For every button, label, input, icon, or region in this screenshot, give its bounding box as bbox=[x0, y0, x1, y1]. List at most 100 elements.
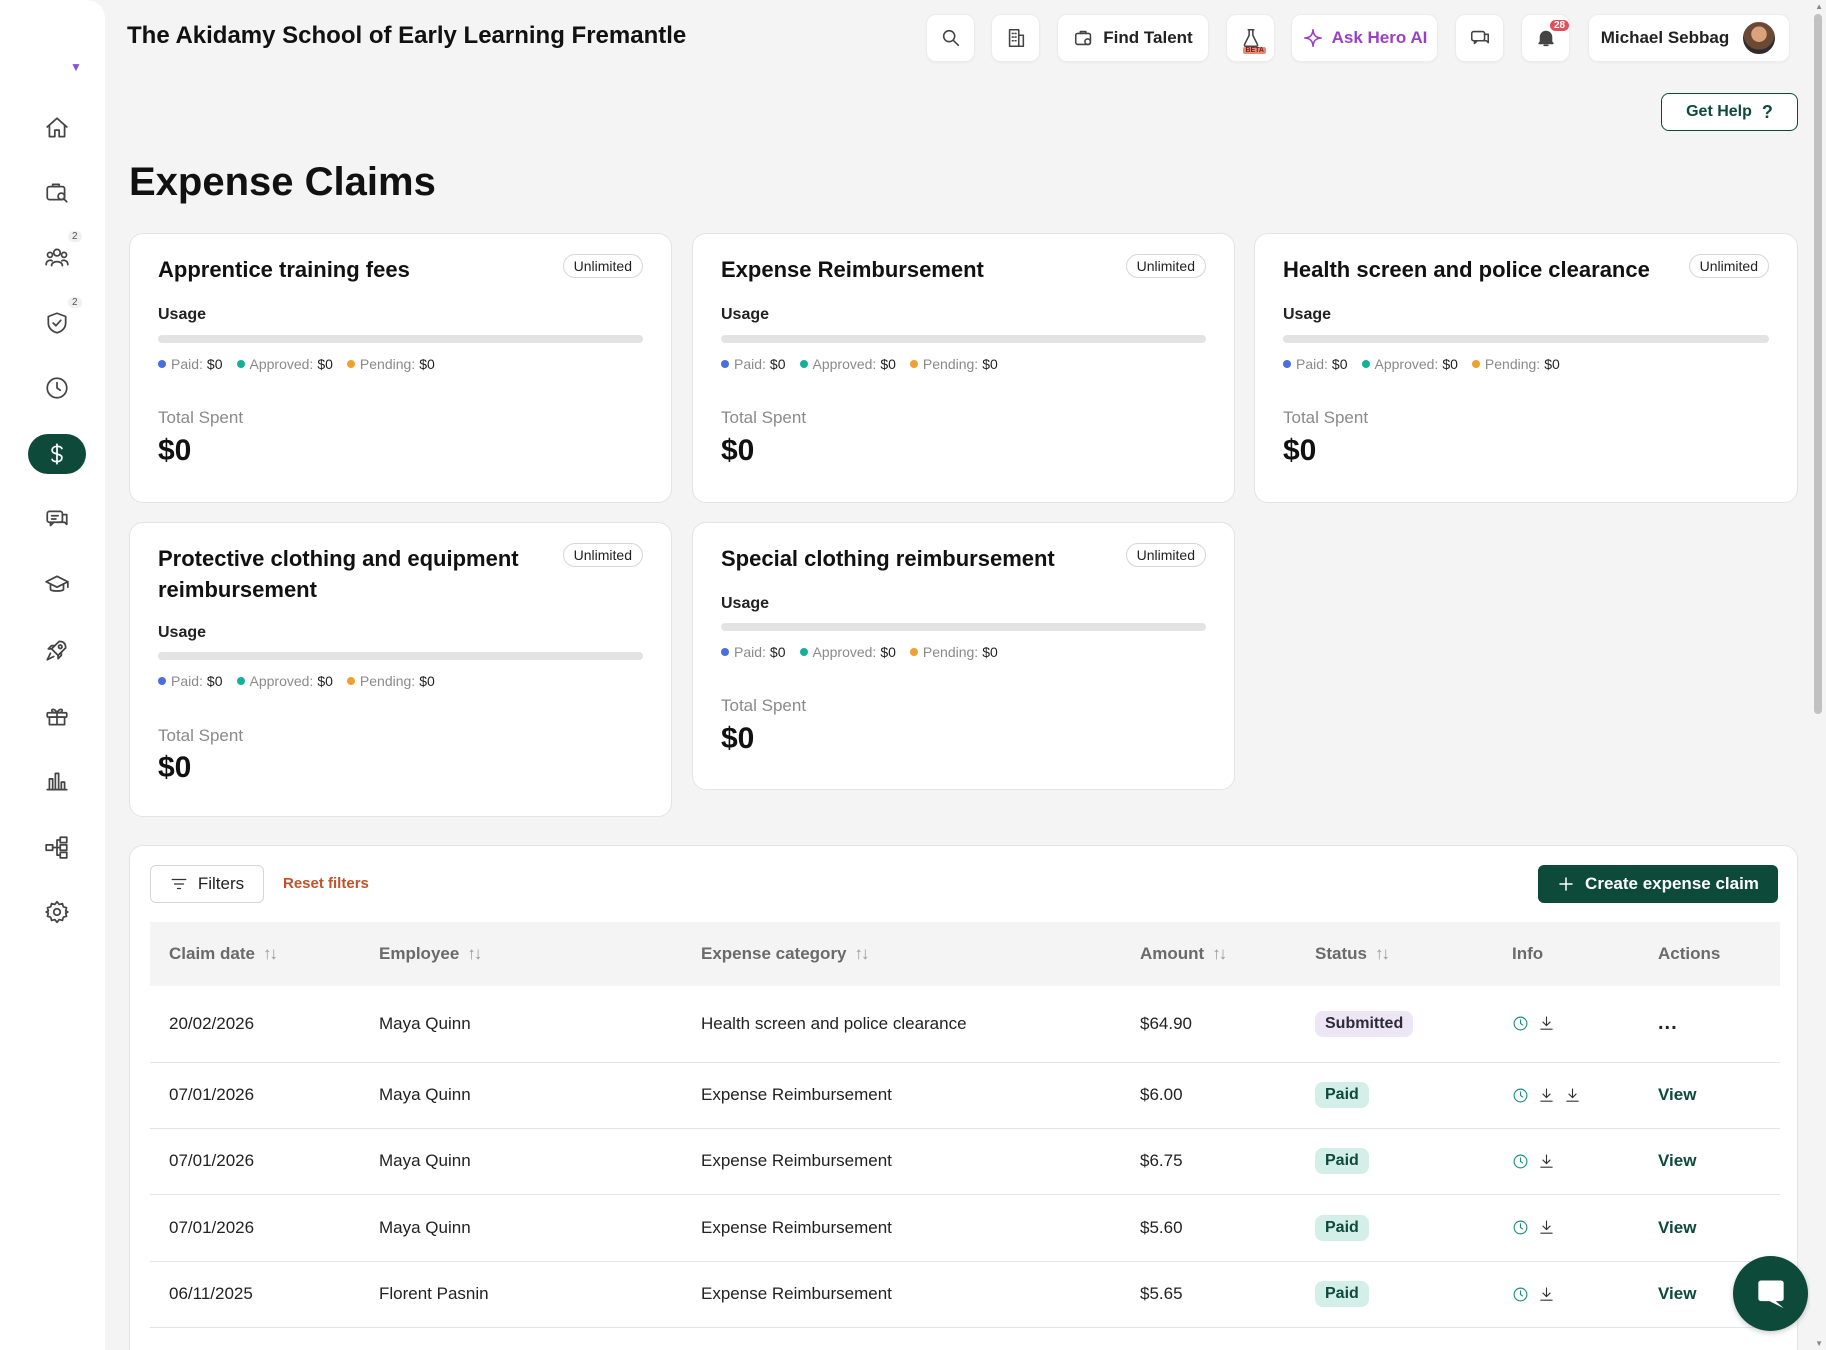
card-title: Apprentice training fees bbox=[158, 257, 410, 282]
sidebar-item-people[interactable]: 2 bbox=[28, 231, 86, 277]
sidebar-item-expenses[interactable] bbox=[28, 434, 86, 474]
create-expense-claim-button[interactable]: Create expense claim bbox=[1538, 865, 1778, 903]
sidebar-item-messages[interactable] bbox=[28, 499, 86, 539]
column-header-employee[interactable]: Employee ↑↓ bbox=[360, 922, 682, 986]
user-menu-button[interactable]: Michael Sebbag bbox=[1588, 14, 1790, 62]
table-row[interactable]: 07/01/2026 Maya Quinn Expense Reimbursem… bbox=[150, 1128, 1780, 1194]
sidebar-item-org-chart[interactable] bbox=[28, 827, 86, 867]
sidebar-item-settings[interactable] bbox=[28, 892, 86, 932]
amount: $5.65 bbox=[1140, 1284, 1183, 1303]
card-title: Special clothing reimbursement bbox=[721, 546, 1055, 571]
column-header-status[interactable]: Status ↑↓ bbox=[1296, 922, 1493, 986]
total-spent-label: Total Spent bbox=[1283, 408, 1369, 427]
sidebar-item-reports[interactable] bbox=[28, 761, 86, 801]
history-icon[interactable] bbox=[1512, 1087, 1529, 1104]
sidebar-item-onboarding[interactable] bbox=[28, 630, 86, 670]
scroll-up-arrow-icon[interactable]: ▲ bbox=[1815, 2, 1823, 11]
limit-badge: Unlimited bbox=[562, 543, 643, 567]
usage-legend: Paid: $0 Approved: $0 Pending: $0 bbox=[721, 644, 998, 660]
rocket-icon bbox=[46, 640, 67, 661]
sidebar-item-benefits[interactable] bbox=[28, 696, 86, 736]
category-card: Expense Reimbursement Unlimited Usage Pa… bbox=[692, 233, 1235, 503]
category-card: Protective clothing and equipment reimbu… bbox=[129, 522, 672, 817]
download-icon[interactable] bbox=[1538, 1087, 1555, 1104]
total-spent-label: Total Spent bbox=[721, 408, 807, 427]
support-chat-button[interactable] bbox=[1733, 1256, 1808, 1331]
filter-icon bbox=[171, 878, 187, 890]
labs-button[interactable]: BETA bbox=[1226, 14, 1275, 62]
table-row[interactable]: 20/02/2026 Maya Quinn Health screen and … bbox=[150, 986, 1780, 1062]
ask-hero-ai-button[interactable]: Ask Hero AI bbox=[1291, 14, 1438, 62]
claim-date: 07/01/2026 bbox=[169, 1085, 255, 1104]
download-icon[interactable] bbox=[1538, 1153, 1555, 1170]
download-icon[interactable] bbox=[1538, 1219, 1555, 1236]
more-actions-button[interactable]: ... bbox=[1658, 1012, 1678, 1034]
scroll-down-arrow-icon[interactable]: ▼ bbox=[1815, 1339, 1823, 1348]
table-row[interactable]: 07/01/2026 Maya Quinn Expense Reimbursem… bbox=[150, 1194, 1780, 1261]
usage-label: Usage bbox=[158, 624, 207, 641]
organisation-button[interactable] bbox=[991, 14, 1040, 62]
usage-legend: Paid: $0 Approved: $0 Pending: $0 bbox=[1283, 356, 1560, 372]
bar-chart-icon bbox=[46, 772, 68, 791]
column-header-info: Info bbox=[1512, 944, 1544, 963]
download-icon[interactable] bbox=[1564, 1087, 1581, 1104]
table-row[interactable]: 06/11/2025 Florent Pasnin Expense Reimbu… bbox=[150, 1261, 1780, 1327]
usage-bar bbox=[158, 335, 643, 343]
view-link[interactable]: View bbox=[1658, 1085, 1696, 1104]
category-card: Special clothing reimbursement Unlimited… bbox=[692, 522, 1235, 790]
amount: $6.75 bbox=[1140, 1151, 1183, 1170]
usage-bar bbox=[158, 652, 643, 660]
total-spent-value: $0 bbox=[721, 722, 755, 755]
status-badge: Paid bbox=[1315, 1148, 1369, 1174]
employee-name: Maya Quinn bbox=[379, 1217, 471, 1237]
claims-table-panel: Filters Reset filters Create expense cla… bbox=[129, 845, 1798, 1350]
filters-button[interactable]: Filters bbox=[150, 865, 264, 903]
column-header-expense-category[interactable]: Expense category ↑↓ bbox=[682, 922, 1121, 986]
card-title: Expense Reimbursement bbox=[721, 257, 984, 282]
usage-label: Usage bbox=[721, 306, 770, 323]
reset-filters-link[interactable]: Reset filters bbox=[283, 875, 369, 892]
sidebar-item-timesheets[interactable] bbox=[28, 368, 86, 408]
limit-badge: Unlimited bbox=[1125, 254, 1206, 278]
total-spent-label: Total Spent bbox=[721, 696, 807, 715]
user-name: Michael Sebbag bbox=[1600, 28, 1730, 47]
usage-label: Usage bbox=[158, 306, 207, 323]
table-row[interactable]: 07/01/2026 Maya Quinn Expense Reimbursem… bbox=[150, 1062, 1780, 1128]
status-badge: Paid bbox=[1315, 1214, 1369, 1241]
status-badge: Paid bbox=[1315, 1082, 1369, 1108]
usage-bar bbox=[721, 623, 1206, 631]
download-icon[interactable] bbox=[1538, 1286, 1555, 1303]
card-title: Health screen and police clearance bbox=[1283, 257, 1650, 282]
view-link[interactable]: View bbox=[1658, 1284, 1696, 1303]
usage-legend: Paid: $0 Approved: $0 Pending: $0 bbox=[721, 356, 998, 372]
download-icon[interactable] bbox=[1538, 1015, 1555, 1032]
messages-button[interactable] bbox=[1455, 14, 1504, 62]
page-scrollbar[interactable]: ▲ ▼ bbox=[1810, 0, 1826, 1350]
sidebar-item-jobs[interactable] bbox=[28, 172, 86, 212]
total-spent-value: $0 bbox=[158, 434, 192, 467]
find-talent-button[interactable]: Find Talent bbox=[1057, 14, 1209, 62]
history-icon[interactable] bbox=[1512, 1219, 1529, 1236]
employee-name: Florent Pasnin bbox=[379, 1284, 489, 1303]
get-help-button[interactable]: Get Help ? bbox=[1661, 93, 1798, 131]
shield-check-icon bbox=[47, 312, 67, 334]
sidebar-item-compliance[interactable]: 2 bbox=[28, 297, 86, 343]
view-link[interactable]: View bbox=[1658, 1151, 1696, 1170]
search-button[interactable] bbox=[926, 14, 975, 62]
view-link[interactable]: View bbox=[1658, 1218, 1696, 1237]
category-card: Apprentice training fees Unlimited Usage… bbox=[129, 233, 672, 503]
scrollbar-thumb[interactable] bbox=[1814, 14, 1822, 714]
history-icon[interactable] bbox=[1512, 1153, 1529, 1170]
usage-bar bbox=[721, 335, 1206, 343]
column-header-claim-date[interactable]: Claim date ↑↓ bbox=[150, 922, 360, 986]
claim-date: 06/11/2025 bbox=[169, 1284, 253, 1303]
column-header-amount[interactable]: Amount ↑↓ bbox=[1121, 922, 1296, 986]
graduation-cap-icon bbox=[45, 575, 69, 592]
sidebar-item-home[interactable] bbox=[28, 108, 86, 148]
notifications-button[interactable]: 28 bbox=[1521, 14, 1570, 62]
history-icon[interactable] bbox=[1512, 1286, 1529, 1303]
employee-name: Maya Quinn bbox=[379, 1085, 471, 1104]
workspace-dropdown-caret-icon[interactable]: ▼ bbox=[70, 60, 82, 74]
history-icon[interactable] bbox=[1512, 1015, 1529, 1032]
sidebar-item-learning[interactable] bbox=[28, 565, 86, 605]
